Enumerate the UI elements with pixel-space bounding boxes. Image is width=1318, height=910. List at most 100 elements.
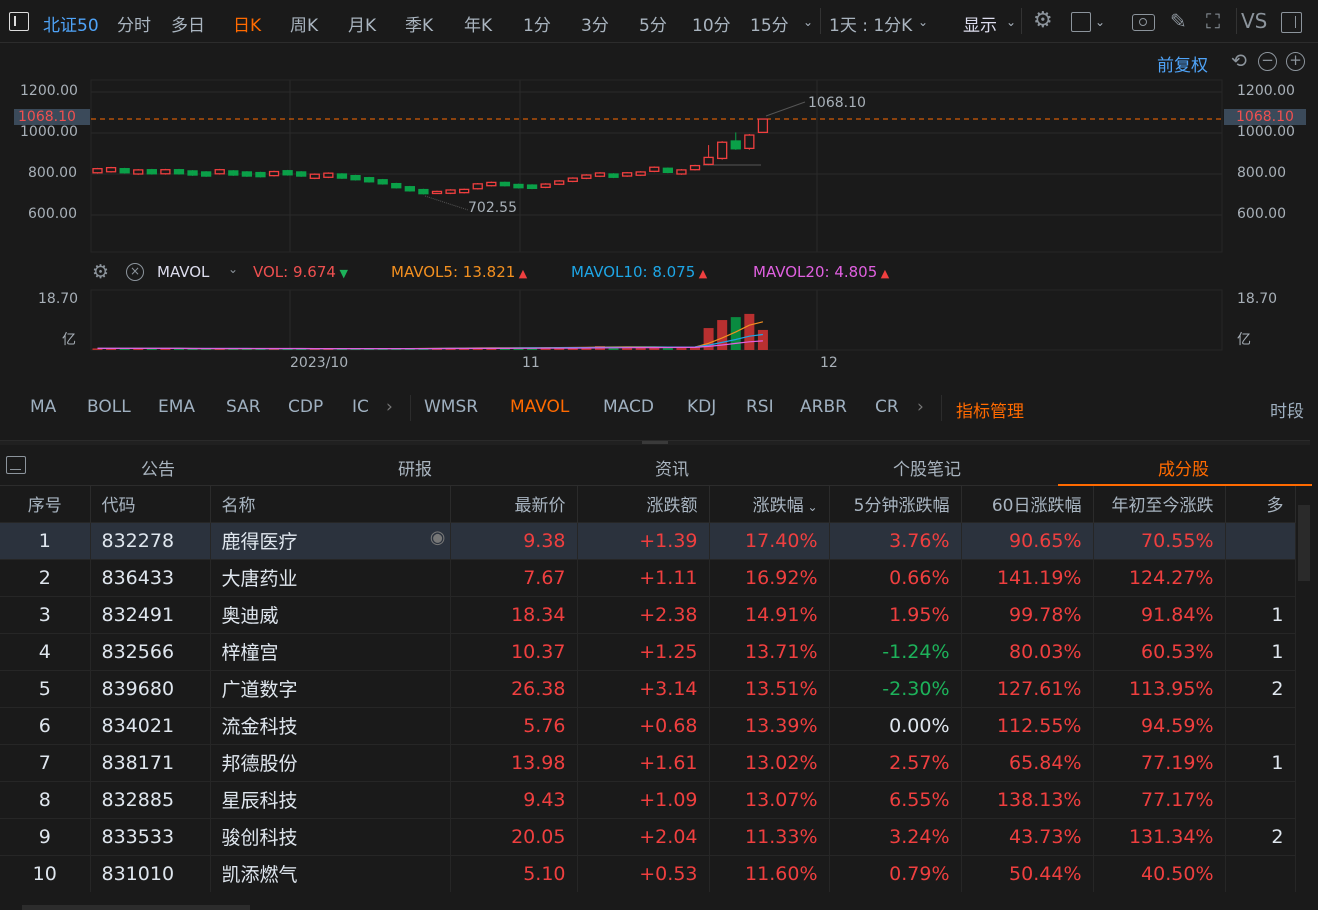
chart-grid bbox=[90, 79, 1223, 351]
table-row[interactable]: 4 832566 梓橦宫 10.37 +1.25 13.71% -1.24% 80.03% 60… bbox=[0, 632, 1296, 670]
indicator-tab-wmsr[interactable]: WMSR bbox=[424, 397, 478, 417]
indicator-manage-button[interactable]: 指标管理 bbox=[956, 397, 1024, 422]
column-header[interactable]: 代码 bbox=[90, 486, 211, 522]
stock-code: 832278 bbox=[90, 521, 211, 559]
price-tick: 1000.00 bbox=[20, 124, 78, 140]
candle-body bbox=[336, 173, 348, 179]
column-header[interactable]: 5分钟涨跌幅 bbox=[829, 486, 962, 522]
constituents-table: 序号 代码 名称 最新价 涨跌额 涨跌幅 ⌄ 5分钟涨跌幅 60日涨跌幅 年初至今涨跌多 1 83… bbox=[0, 486, 1296, 892]
chevron-down-icon[interactable]: ⌄ bbox=[228, 262, 238, 276]
stock-code: 832491 bbox=[90, 595, 211, 633]
table-row[interactable]: 9 833533 骏创科技 20.05 +2.04 11.33% 3.24% 43.73% 13… bbox=[0, 817, 1296, 855]
last-price: 13.98 bbox=[450, 743, 578, 781]
chevron-right-icon[interactable]: › bbox=[386, 397, 393, 417]
cell-text: +1.09 bbox=[639, 788, 698, 811]
cell-text: 9 bbox=[38, 825, 51, 848]
change-5min: 3.76% bbox=[829, 521, 962, 559]
sort-desc-icon[interactable]: ⌄ bbox=[804, 500, 817, 514]
volume-bar bbox=[744, 313, 755, 350]
cell-text: 141.19% bbox=[996, 566, 1082, 589]
collapse-panel-icon[interactable] bbox=[6, 456, 26, 474]
change-amount: +2.04 bbox=[577, 817, 710, 855]
candle-body bbox=[567, 177, 578, 183]
indicator-tab-rsi[interactable]: RSI bbox=[746, 397, 774, 417]
tab-announcements[interactable]: 公告 bbox=[141, 455, 175, 480]
watch-icon[interactable]: ◉ bbox=[430, 527, 446, 548]
cell-text: 832566 bbox=[101, 640, 175, 663]
table-row[interactable]: 10 831010 凯添燃气 5.10 +0.53 11.60% 0.79% 50.44% 40… bbox=[0, 854, 1296, 892]
candle-body bbox=[363, 177, 375, 183]
table-row[interactable]: 5 839680 广道数字 26.38 +3.14 13.51% -2.30% 127.61%… bbox=[0, 669, 1296, 707]
table-row[interactable]: 6 834021 流金科技 5.76 +0.68 13.39% 0.00% 112.55% 94… bbox=[0, 706, 1296, 744]
table-row[interactable]: 7 838171 邦德股份 13.98 +1.61 13.02% 2.57% 65.84% 77… bbox=[0, 743, 1296, 781]
candle-body bbox=[540, 183, 551, 188]
tab-notes[interactable]: 个股笔记 bbox=[893, 455, 961, 480]
indicator-tab-arbr[interactable]: ARBR bbox=[800, 397, 847, 417]
cell-text: 1 bbox=[38, 529, 51, 552]
column-header[interactable]: 名称 bbox=[210, 486, 451, 522]
cell-text: 13.07% bbox=[745, 788, 818, 811]
period-button[interactable]: 时段 bbox=[1270, 397, 1304, 422]
indicator-name[interactable]: MAVOL bbox=[157, 263, 209, 281]
indicator-tab-macd[interactable]: MACD bbox=[603, 397, 654, 417]
change-60d: 112.55% bbox=[961, 706, 1094, 744]
extra-col bbox=[1225, 521, 1296, 559]
cell-text: 邦德股份 bbox=[221, 753, 298, 775]
price-tick: 800.00 bbox=[1237, 165, 1286, 181]
indicator-tab-ma[interactable]: MA bbox=[30, 397, 56, 417]
cell-text: 20.05 bbox=[511, 825, 566, 848]
indicator-tab-mavol[interactable]: MAVOL bbox=[510, 397, 569, 417]
indicator-tab-cdp[interactable]: CDP bbox=[288, 397, 323, 417]
change-5min: -2.30% bbox=[829, 669, 962, 707]
cell-text: 3.24% bbox=[889, 825, 950, 848]
candle-body bbox=[581, 174, 592, 179]
row-index: 9 bbox=[0, 817, 91, 855]
cell-text: 流金科技 bbox=[221, 716, 298, 738]
mavol20-value: 4.805 bbox=[834, 263, 878, 281]
candle-body bbox=[282, 170, 293, 176]
mavol5-value: 13.821 bbox=[462, 263, 516, 281]
tab-news[interactable]: 资讯 bbox=[655, 455, 689, 480]
indicator-tab-kdj[interactable]: KDJ bbox=[687, 397, 716, 417]
change-amount: +0.68 bbox=[577, 706, 710, 744]
column-header[interactable]: 最新价 bbox=[450, 486, 578, 522]
tab-constituents[interactable]: 成分股 bbox=[1158, 455, 1209, 480]
indicator-tab-sar[interactable]: SAR bbox=[226, 397, 261, 417]
column-header[interactable]: 涨跌额 bbox=[577, 486, 710, 522]
vertical-scrollbar[interactable] bbox=[1298, 505, 1310, 581]
table-row[interactable]: 1 832278 鹿得医疗 ◉ 9.38 +1.39 17.40% 3.76% 90.65% 70… bbox=[0, 521, 1296, 559]
x-axis-label: 11 bbox=[522, 355, 540, 371]
x-axis-label: 2023/10 bbox=[290, 355, 349, 371]
indicator-tab-cr[interactable]: CR bbox=[875, 397, 899, 417]
indicator-close-icon[interactable]: × bbox=[126, 263, 144, 281]
indicator-tab-boll[interactable]: BOLL bbox=[87, 397, 131, 417]
mavol20-label: MAVOL20: bbox=[753, 263, 830, 281]
row-index: 2 bbox=[0, 558, 91, 596]
cell-text: 2 bbox=[1271, 677, 1284, 700]
candles bbox=[92, 118, 769, 195]
tab-research[interactable]: 研报 bbox=[398, 455, 432, 480]
row-index: 7 bbox=[0, 743, 91, 781]
cell-text: +2.04 bbox=[639, 825, 698, 848]
table-row[interactable]: 8 832885 星辰科技 9.43 +1.09 13.07% 6.55% 138.13% 77… bbox=[0, 780, 1296, 818]
volume-plot-frame bbox=[90, 289, 1223, 351]
chevron-right-icon[interactable]: › bbox=[917, 397, 924, 417]
table-row[interactable]: 3 832491 奥迪威 18.34 +2.38 14.91% 1.95% 99.78% 91.… bbox=[0, 595, 1296, 633]
change-5min: 2.57% bbox=[829, 743, 962, 781]
column-header[interactable]: 涨跌幅 ⌄ bbox=[709, 486, 830, 522]
cell-text: 2 bbox=[38, 566, 51, 589]
stock-name: 邦德股份 bbox=[210, 743, 451, 781]
indicator-tab-ema[interactable]: EMA bbox=[158, 397, 195, 417]
price-chart[interactable] bbox=[0, 0, 1318, 385]
column-header[interactable]: 年初至今涨跌 bbox=[1093, 486, 1226, 522]
column-header[interactable]: 60日涨跌幅 bbox=[961, 486, 1094, 522]
horizontal-scrollbar[interactable] bbox=[22, 905, 250, 910]
column-header[interactable]: 多 bbox=[1225, 486, 1296, 522]
indicator-tab-ic[interactable]: IC bbox=[352, 397, 369, 417]
column-header[interactable]: 序号 bbox=[0, 486, 91, 522]
mavol5-legend: MAVOL5: 13.821 ▲ bbox=[391, 263, 527, 281]
x-axis-label: 12 bbox=[820, 355, 838, 371]
resize-handle[interactable] bbox=[0, 440, 1310, 445]
indicator-settings-icon[interactable]: ⚙ bbox=[92, 261, 109, 283]
table-row[interactable]: 2 836433 大唐药业 7.67 +1.11 16.92% 0.66% 141.19% 12… bbox=[0, 558, 1296, 596]
